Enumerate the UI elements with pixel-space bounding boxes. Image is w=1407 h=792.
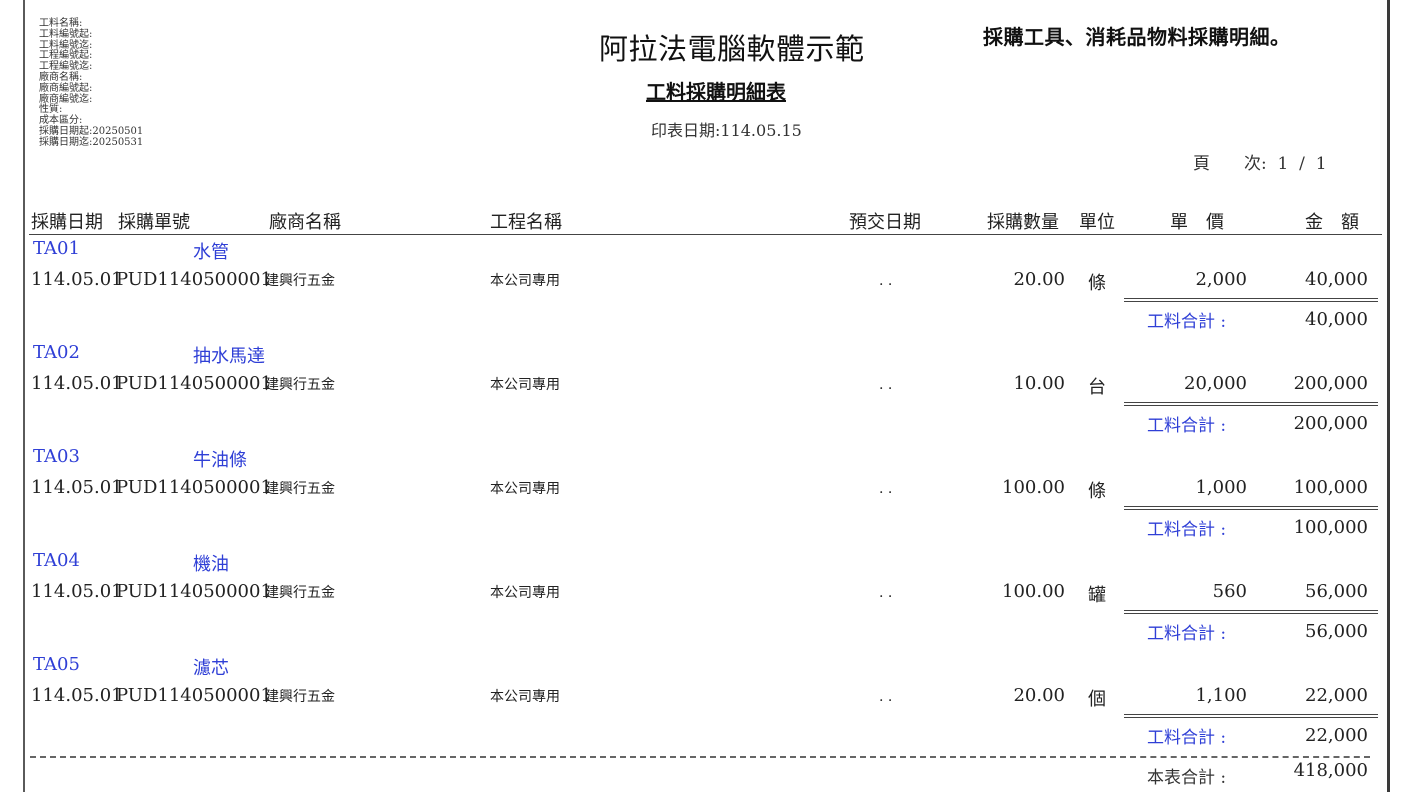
purchase-order-number: PUD1140500001 (116, 373, 272, 394)
subtotal-label: 工料合計 : (1147, 520, 1227, 540)
vendor-name: 建興行五金 (265, 585, 335, 601)
purchase-date: 114.05.01 (31, 373, 123, 394)
purchase-order-number: PUD1140500001 (116, 685, 272, 706)
company-name: 阿拉法電腦軟體示範 (599, 32, 865, 66)
column-header-project: 工程名稱 (490, 212, 562, 233)
grand-total-separator (30, 756, 1126, 758)
column-header-unit: 單位 (1079, 212, 1115, 233)
purchase-quantity: 20.00 (1013, 269, 1065, 290)
subtotal-value: 200,000 (1293, 413, 1368, 434)
delivery-date: . . (879, 377, 893, 393)
purchase-date: 114.05.01 (31, 581, 123, 602)
unit-price: 560 (1212, 581, 1247, 602)
unit: 條 (1088, 481, 1106, 502)
subtotal-value: 100,000 (1293, 517, 1368, 538)
vendor-name: 建興行五金 (265, 377, 335, 393)
subtotal-value: 40,000 (1305, 309, 1368, 330)
subtotal-double-rule (1124, 402, 1378, 406)
subtotal-label: 工料合計 : (1147, 624, 1227, 644)
purchase-order-number: PUD1140500001 (116, 477, 272, 498)
purchase-order-number: PUD1140500001 (116, 269, 272, 290)
purchase-quantity: 20.00 (1013, 685, 1065, 706)
subtotal-label: 工料合計 : (1147, 416, 1227, 436)
purchase-date: 114.05.01 (31, 269, 123, 290)
subtotal-value: 22,000 (1305, 725, 1368, 746)
subtotal-double-rule (1124, 610, 1378, 614)
column-header-date: 採購日期 (31, 212, 103, 233)
column-header-po: 採購單號 (118, 212, 190, 233)
unit-price: 1,100 (1195, 685, 1247, 706)
column-header-price: 單 價 (1170, 212, 1224, 233)
line-amount: 40,000 (1305, 269, 1368, 290)
unit-price: 1,000 (1195, 477, 1247, 498)
item-code: TA02 (33, 342, 80, 363)
subtotal-label: 工料合計 : (1147, 312, 1227, 332)
column-header-amount: 金 額 (1305, 212, 1359, 233)
subtotal-double-rule (1124, 506, 1378, 510)
project-name: 本公司專用 (490, 481, 560, 497)
purchase-quantity: 100.00 (1002, 581, 1065, 602)
column-header-qty: 採購數量 (987, 212, 1059, 233)
vendor-name: 建興行五金 (265, 273, 335, 289)
unit: 台 (1088, 377, 1106, 398)
purchase-quantity: 10.00 (1013, 373, 1065, 394)
delivery-date: . . (879, 273, 893, 289)
line-amount: 100,000 (1293, 477, 1368, 498)
grand-total-label: 本表合計 : (1147, 768, 1227, 788)
project-name: 本公司專用 (490, 585, 560, 601)
subtotal-label: 工料合計 : (1147, 728, 1227, 748)
subtotal-value: 56,000 (1305, 621, 1368, 642)
item-code: TA01 (33, 238, 80, 259)
subtotal-double-rule (1124, 714, 1378, 718)
page-right-border (1387, 0, 1390, 792)
purchase-date: 114.05.01 (31, 685, 123, 706)
report-title: 工料採購明細表 (646, 80, 786, 104)
subtotal-double-rule (1124, 298, 1378, 302)
line-amount: 56,000 (1305, 581, 1368, 602)
unit: 條 (1088, 273, 1106, 294)
filter-line: 工料編號起: (39, 28, 93, 40)
unit-price: 20,000 (1184, 373, 1247, 394)
filter-criteria: 工料名稱: 工料編號起: 工料編號迄: 工程編號起: 工程編號迄: 廠商名稱: … (39, 18, 144, 149)
item-name: 水管 (193, 242, 229, 263)
page-left-border (23, 0, 25, 792)
grand-total-separator (1130, 756, 1370, 758)
unit: 個 (1088, 689, 1106, 710)
delivery-date: . . (879, 689, 893, 705)
project-name: 本公司專用 (490, 689, 560, 705)
item-code: TA05 (33, 654, 80, 675)
item-code: TA04 (33, 550, 80, 571)
line-amount: 200,000 (1293, 373, 1368, 394)
delivery-date: . . (879, 585, 893, 601)
item-code: TA03 (33, 446, 80, 467)
unit-price: 2,000 (1195, 269, 1247, 290)
project-name: 本公司專用 (490, 273, 560, 289)
column-header-vendor: 廠商名稱 (269, 212, 341, 233)
delivery-date: . . (879, 481, 893, 497)
unit: 罐 (1088, 585, 1106, 606)
purchase-quantity: 100.00 (1002, 477, 1065, 498)
item-name: 牛油條 (193, 450, 247, 471)
item-name: 抽水馬達 (193, 346, 265, 367)
page-number: 頁 次: 1 / 1 (1193, 154, 1327, 174)
report-note: 採購工具、消耗品物料採購明細。 (983, 25, 1291, 49)
line-amount: 22,000 (1305, 685, 1368, 706)
purchase-date: 114.05.01 (31, 477, 123, 498)
print-date: 印表日期:114.05.15 (651, 121, 802, 140)
filter-line: 採購日期迄:20250531 (39, 136, 144, 148)
purchase-order-number: PUD1140500001 (116, 581, 272, 602)
grand-total-value: 418,000 (1293, 760, 1368, 781)
vendor-name: 建興行五金 (265, 481, 335, 497)
vendor-name: 建興行五金 (265, 689, 335, 705)
item-name: 機油 (193, 554, 229, 575)
project-name: 本公司專用 (490, 377, 560, 393)
column-header-delivery: 預交日期 (849, 212, 921, 233)
filter-line: 廠商編號起: (39, 82, 93, 94)
header-rule (29, 234, 1382, 235)
item-name: 濾芯 (193, 658, 229, 679)
